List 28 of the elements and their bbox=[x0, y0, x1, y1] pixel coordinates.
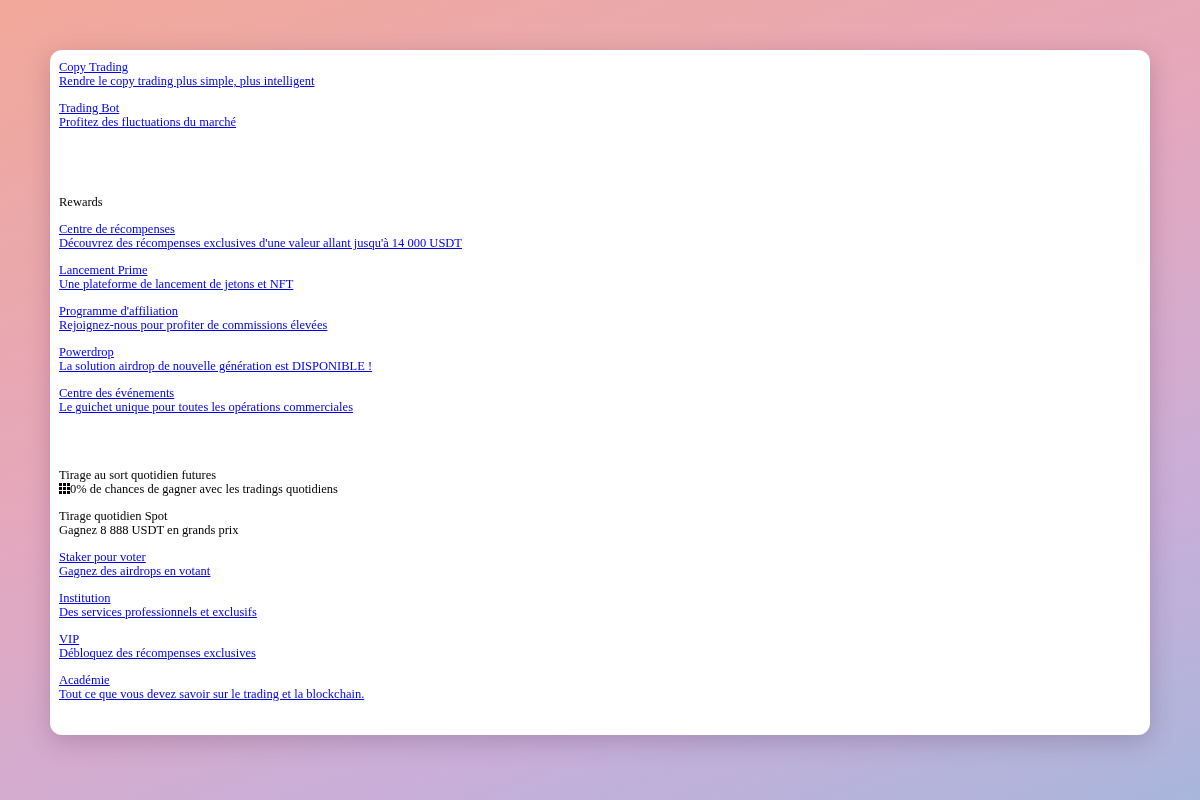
menu-link-description[interactable]: Découvrez des récompenses exclusives d'une valeur allant jusqu'à 14 000 USDT bbox=[59, 236, 462, 250]
menu-link-description[interactable]: La solution airdrop de nouvelle génération est DISPONIBLE ! bbox=[59, 359, 373, 373]
menu-link[interactable]: Copy Trading bbox=[59, 60, 129, 74]
section-heading: Rewards bbox=[59, 195, 104, 209]
menu-link-description[interactable]: Débloquez des récompenses exclusives bbox=[59, 646, 256, 660]
menu-link[interactable]: Lancement Prime bbox=[59, 263, 148, 277]
item-description: Gagnez 8 888 USDT en grands prix bbox=[59, 523, 239, 537]
menu-link-description[interactable]: Tout ce que vous devez savoir sur le trading et la blockchain. bbox=[59, 687, 365, 701]
menu-link[interactable]: Programme d'affiliation bbox=[59, 304, 178, 318]
menu-link[interactable]: Powerdrop bbox=[59, 345, 114, 359]
menu-link[interactable]: Académie bbox=[59, 673, 110, 687]
menu-link-description[interactable]: Gagnez des airdrops en votant bbox=[59, 564, 211, 578]
menu-link[interactable]: Centre des événements bbox=[59, 386, 175, 400]
menu-link[interactable]: Staker pour voter bbox=[59, 550, 146, 564]
menu-link[interactable]: Institution bbox=[59, 591, 111, 605]
menu-link-description[interactable]: Rejoignez-nous pour profiter de commissions élevées bbox=[59, 318, 328, 332]
menu-link-description[interactable]: Profitez des fluctuations du marché bbox=[59, 115, 237, 129]
item-title: Tirage au sort quotidien futures bbox=[59, 468, 218, 482]
item-description: 0% de chances de gagner avec les tradings quotidiens bbox=[70, 482, 338, 496]
menu-link-description[interactable]: Le guichet unique pour toutes les opérations commerciales bbox=[59, 400, 353, 414]
menu-link-description[interactable]: Une plateforme de lancement de jetons et NFT bbox=[59, 277, 294, 291]
dot-grid-icon bbox=[59, 483, 70, 494]
menu-link[interactable]: Centre de récompenses bbox=[59, 222, 175, 236]
menu-link[interactable]: Trading Bot bbox=[59, 101, 120, 115]
menu-link-description[interactable]: Rendre le copy trading plus simple, plus intelligent bbox=[59, 74, 315, 88]
menu-link-description[interactable]: Des services professionnels et exclusifs bbox=[59, 605, 257, 619]
menu-link[interactable]: VIP bbox=[59, 632, 80, 646]
item-title: Tirage quotidien Spot bbox=[59, 509, 169, 523]
